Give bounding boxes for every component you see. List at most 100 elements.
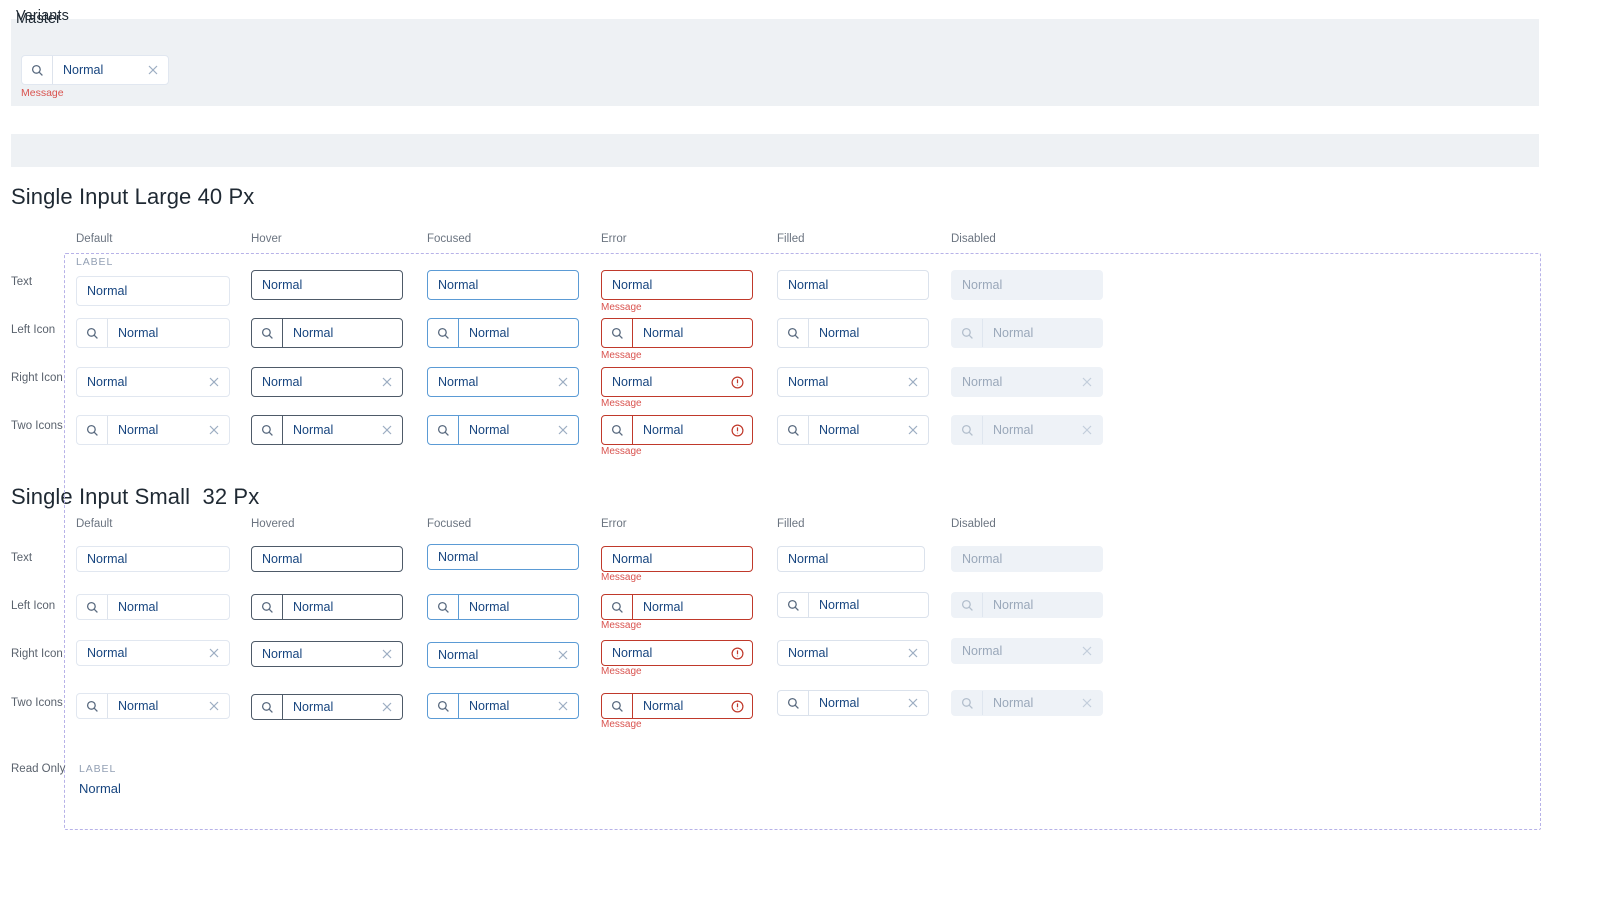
column-header-default: Default: [76, 518, 113, 530]
close-icon[interactable]: [898, 424, 928, 436]
input-value: Normal: [293, 423, 334, 437]
input-focused-right-icon[interactable]: Normal: [427, 367, 579, 397]
input-value: Normal: [788, 375, 829, 389]
error-message: Message: [601, 666, 642, 677]
row-label-right-icon: Right Icon: [11, 372, 63, 384]
close-icon[interactable]: [199, 376, 229, 388]
input-error-text[interactable]: Normal: [601, 270, 753, 300]
row-label-text: Text: [11, 276, 33, 288]
input-value: Normal: [612, 375, 653, 389]
input-filled-two-icons[interactable]: Normal: [777, 690, 929, 716]
row-label-right-icon: Right Icon: [11, 648, 63, 660]
error-message: Message: [601, 719, 642, 730]
input-default-left-icon[interactable]: Normal: [76, 594, 230, 620]
master-band: [11, 19, 1539, 106]
input-value: Normal: [262, 375, 303, 389]
close-icon[interactable]: [898, 376, 928, 388]
close-icon: [1072, 376, 1102, 388]
search-icon: [952, 593, 983, 617]
input-value: Normal: [819, 598, 860, 612]
input-default-text[interactable]: Normal: [76, 546, 230, 572]
close-icon[interactable]: [372, 701, 402, 713]
input-filled-right-icon[interactable]: Normal: [777, 640, 929, 666]
input-focused-left-icon[interactable]: Normal: [427, 318, 579, 348]
section-title-large: Single Input Large 40 Px: [11, 184, 255, 209]
close-icon[interactable]: [199, 647, 229, 659]
input-value: Normal: [788, 552, 829, 566]
column-header-error: Error: [601, 233, 627, 245]
input-value: Normal: [87, 552, 128, 566]
input-filled-text[interactable]: Normal: [777, 270, 929, 300]
input-hover-right-icon[interactable]: Normal: [251, 367, 403, 397]
input-error-two-icons[interactable]: Normal: [601, 693, 753, 719]
input-default-text[interactable]: Normal: [76, 276, 230, 306]
close-icon[interactable]: [138, 64, 168, 76]
input-focused-text[interactable]: Normal: [427, 270, 579, 300]
input-default-left-icon[interactable]: Normal: [76, 318, 230, 348]
close-icon[interactable]: [548, 649, 578, 661]
input-value: Normal: [993, 326, 1034, 340]
input-value: Normal: [819, 423, 860, 437]
input-hover-text[interactable]: Normal: [251, 270, 403, 300]
search-icon: [778, 593, 809, 617]
input-default-two-icons[interactable]: Normal: [76, 693, 230, 719]
close-icon[interactable]: [372, 376, 402, 388]
search-icon: [77, 416, 108, 444]
close-icon[interactable]: [372, 648, 402, 660]
input-filled-left-icon[interactable]: Normal: [777, 592, 929, 618]
input-value: Normal: [612, 552, 653, 566]
input-value: Normal: [993, 423, 1034, 437]
input-error-right-icon[interactable]: Normal: [601, 367, 753, 397]
close-icon[interactable]: [898, 697, 928, 709]
search-icon: [428, 694, 459, 718]
input-value: Normal: [262, 647, 303, 661]
search-icon: [252, 695, 283, 719]
input-hovered-right-icon[interactable]: Normal: [251, 641, 403, 667]
input-focused-left-icon[interactable]: Normal: [427, 594, 579, 620]
input-hovered-text[interactable]: Normal: [251, 546, 403, 572]
input-hovered-left-icon[interactable]: Normal: [251, 594, 403, 620]
input-error-right-icon[interactable]: Normal: [601, 640, 753, 666]
input-error-text[interactable]: Normal: [601, 546, 753, 572]
input-default-right-icon[interactable]: Normal: [76, 367, 230, 397]
input-focused-two-icons[interactable]: Normal: [427, 415, 579, 445]
input-filled-right-icon[interactable]: Normal: [777, 367, 929, 397]
column-header-disabled: Disabled: [951, 233, 996, 245]
input-focused-right-icon[interactable]: Normal: [427, 642, 579, 668]
search-icon: [602, 694, 633, 718]
input-value: Normal: [87, 284, 128, 298]
close-icon[interactable]: [199, 424, 229, 436]
close-icon[interactable]: [199, 700, 229, 712]
input-hovered-two-icons[interactable]: Normal: [251, 694, 403, 720]
input-filled-two-icons[interactable]: Normal: [777, 415, 929, 445]
input-value: Normal: [293, 600, 334, 614]
input-disabled-text: Normal: [951, 546, 1103, 572]
input-filled-left-icon[interactable]: Normal: [777, 318, 929, 348]
input-error-left-icon[interactable]: Normal: [601, 594, 753, 620]
input-value: Normal: [118, 326, 159, 340]
error-alert-icon: [722, 699, 752, 713]
error-alert-icon: [722, 375, 752, 389]
close-icon[interactable]: [372, 424, 402, 436]
input-hover-two-icons[interactable]: Normal: [251, 415, 403, 445]
search-icon: [778, 691, 809, 715]
input-focused-two-icons[interactable]: Normal: [427, 693, 579, 719]
input-disabled-left-icon: Normal: [951, 592, 1103, 618]
master-error-message: Message: [21, 87, 64, 99]
input-value: Normal: [469, 600, 510, 614]
input-filled-text[interactable]: Normal: [777, 546, 925, 572]
close-icon[interactable]: [898, 647, 928, 659]
input-error-left-icon[interactable]: Normal: [601, 318, 753, 348]
close-icon[interactable]: [548, 424, 578, 436]
close-icon[interactable]: [548, 700, 578, 712]
input-hover-left-icon[interactable]: Normal: [251, 318, 403, 348]
input-value: Normal: [962, 278, 1003, 292]
column-header-focused: Focused: [427, 233, 472, 245]
input-default-two-icons[interactable]: Normal: [76, 415, 230, 445]
master-input[interactable]: Normal: [21, 55, 169, 85]
close-icon[interactable]: [548, 376, 578, 388]
input-focused-text[interactable]: Normal: [427, 544, 579, 570]
input-error-two-icons[interactable]: Normal: [601, 415, 753, 445]
input-default-right-icon[interactable]: Normal: [76, 640, 230, 666]
input-value: Normal: [262, 278, 303, 292]
